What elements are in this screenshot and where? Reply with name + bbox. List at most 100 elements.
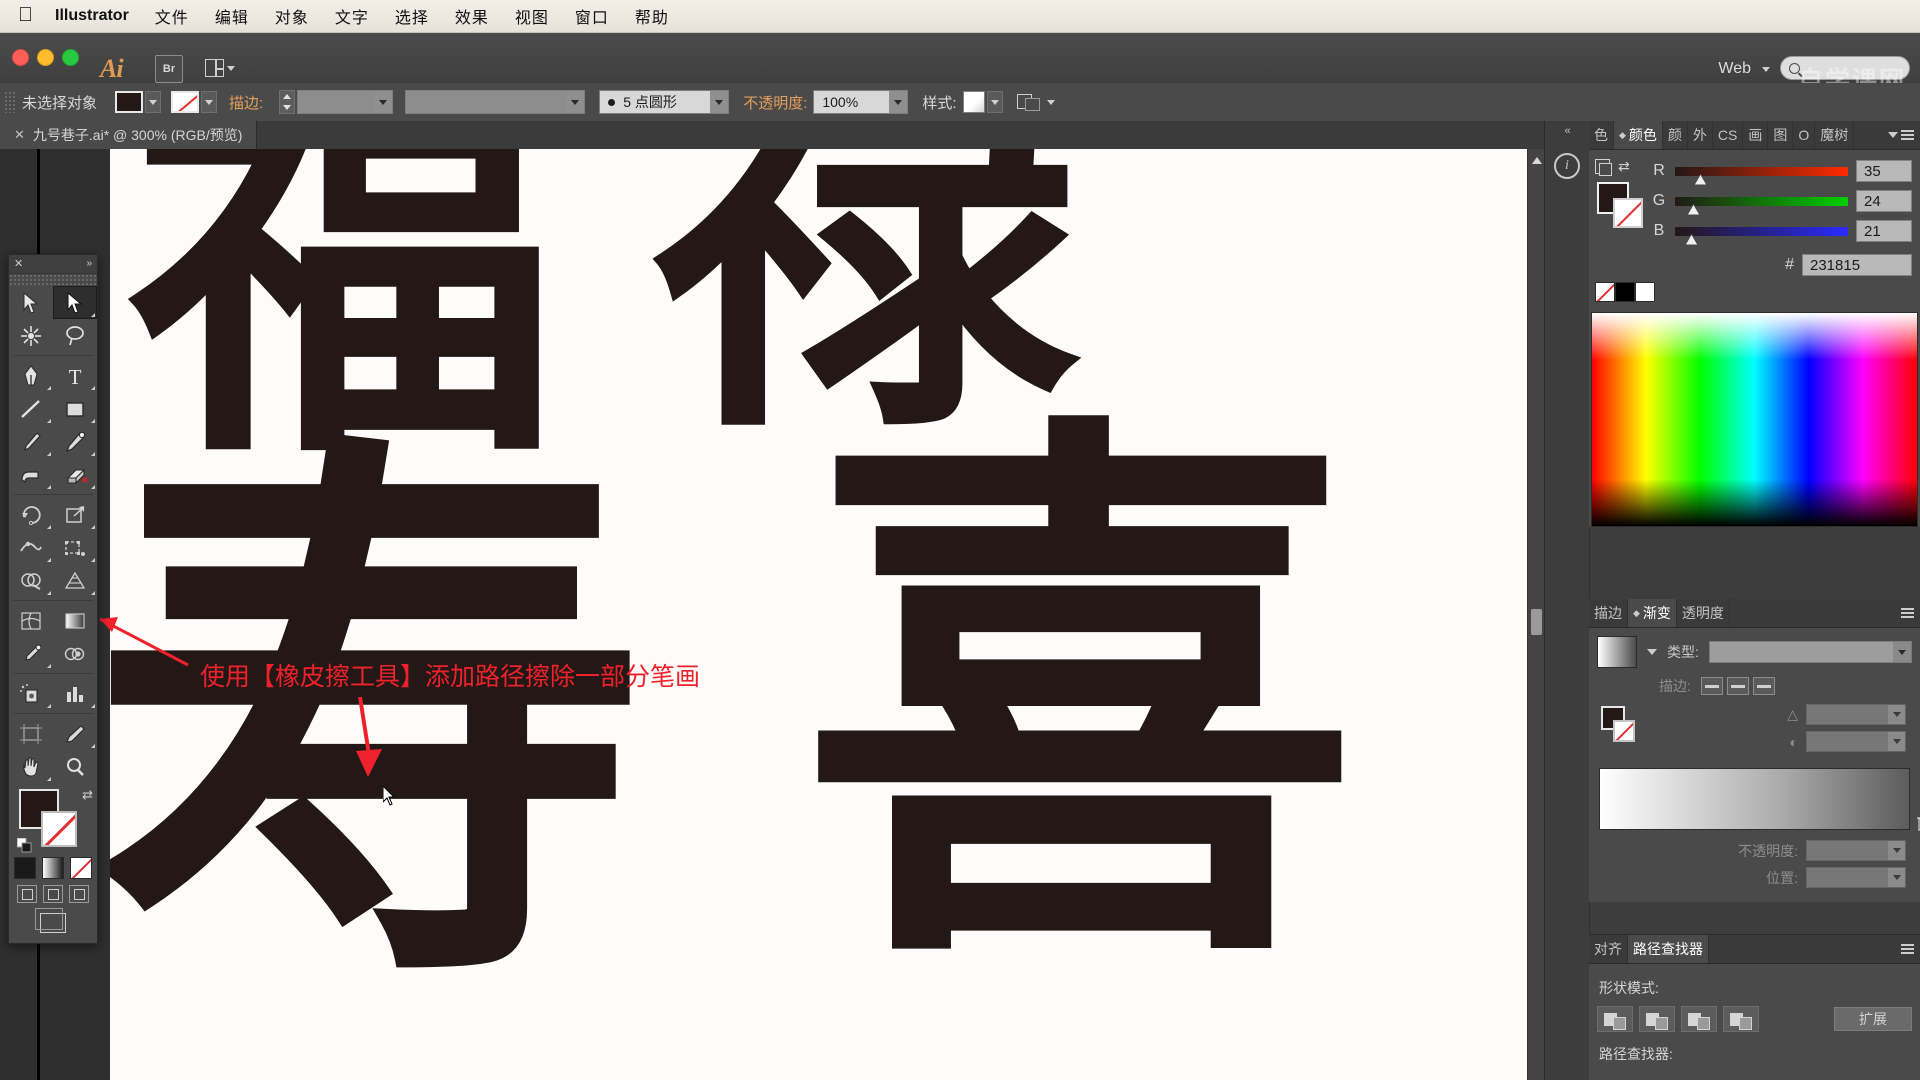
menu-edit[interactable]: 编辑 bbox=[215, 4, 249, 28]
blend-tool[interactable] bbox=[53, 637, 97, 670]
gradient-stroke-swatch[interactable] bbox=[1613, 720, 1635, 742]
slider-track-g[interactable] bbox=[1675, 196, 1848, 215]
stroke-profile-field[interactable] bbox=[405, 90, 586, 114]
opacity-dropdown[interactable] bbox=[889, 91, 908, 113]
pen-tool[interactable] bbox=[9, 359, 53, 392]
line-segment-tool[interactable] bbox=[9, 392, 53, 425]
fill-swatch-dropdown[interactable] bbox=[145, 91, 162, 113]
color-panel-menu-button[interactable] bbox=[1882, 121, 1920, 149]
workspace-switcher[interactable]: Web bbox=[1718, 60, 1770, 78]
tab-pathfinder[interactable]: 路径查找器 bbox=[1628, 935, 1709, 963]
chevron-down-icon[interactable] bbox=[1888, 868, 1905, 887]
menu-select[interactable]: 选择 bbox=[395, 4, 429, 28]
menu-object[interactable]: 对象 bbox=[275, 4, 309, 28]
draw-inside-mode[interactable] bbox=[69, 885, 89, 903]
document-tab[interactable]: ✕ 九号巷子.ai* @ 300% (RGB/预览) bbox=[0, 121, 258, 149]
menu-window[interactable]: 窗口 bbox=[575, 4, 609, 28]
brush-definition-field[interactable]: 5 点圆形 bbox=[599, 90, 730, 114]
canvas-vertical-scrollbar[interactable] bbox=[1527, 149, 1545, 1080]
symbol-sprayer-tool[interactable] bbox=[9, 677, 53, 710]
draw-normal-mode[interactable] bbox=[17, 885, 37, 903]
slider-track-b[interactable] bbox=[1675, 226, 1848, 245]
tab-gradient[interactable]: ◆ 渐变 bbox=[1628, 599, 1677, 627]
gradient-type-select[interactable] bbox=[1708, 641, 1912, 663]
stroke-gradient-along[interactable] bbox=[1726, 677, 1749, 695]
gradient-preview-swatch[interactable] bbox=[1597, 636, 1637, 668]
eraser-tool[interactable] bbox=[53, 458, 97, 491]
tab-swatches[interactable]: 色 bbox=[1589, 121, 1614, 149]
swatch-none[interactable] bbox=[1595, 282, 1615, 302]
scale-tool[interactable] bbox=[53, 498, 97, 531]
exclude-button[interactable] bbox=[1723, 1006, 1759, 1032]
gradient-panel-menu-button[interactable] bbox=[1895, 599, 1920, 627]
hex-value-input[interactable]: 231815 bbox=[1802, 254, 1912, 276]
shape-builder-tool[interactable] bbox=[9, 564, 53, 597]
zoom-tool[interactable] bbox=[53, 750, 97, 783]
hand-tool[interactable] bbox=[9, 750, 53, 783]
bridge-button[interactable]: Br bbox=[155, 55, 183, 83]
menu-help[interactable]: 帮助 bbox=[635, 4, 669, 28]
swap-fill-stroke-icon[interactable]: ⇄ bbox=[1618, 158, 1630, 175]
type-tool[interactable]: T bbox=[53, 359, 97, 392]
magic-wand-tool[interactable] bbox=[9, 319, 53, 352]
tab-magic-wand[interactable]: 魔树 bbox=[1815, 121, 1855, 149]
chevron-down-icon[interactable] bbox=[1647, 649, 1657, 655]
tab-appearance[interactable]: 外 bbox=[1688, 121, 1713, 149]
artboard-tool[interactable] bbox=[9, 717, 53, 750]
gradient-slider-bar[interactable] bbox=[1599, 768, 1920, 831]
transform-options-icon[interactable] bbox=[1016, 92, 1041, 112]
unite-button[interactable] bbox=[1597, 1006, 1633, 1032]
draw-behind-mode[interactable] bbox=[43, 885, 63, 903]
menu-type[interactable]: 文字 bbox=[335, 4, 369, 28]
column-graph-tool[interactable] bbox=[53, 677, 97, 710]
slice-tool[interactable] bbox=[53, 717, 97, 750]
artboard[interactable]: 福 禄 寿 喜 bbox=[110, 149, 1528, 1080]
gradient-opacity-input[interactable] bbox=[1806, 840, 1906, 861]
pencil-tool[interactable] bbox=[53, 425, 97, 458]
slider-value-g[interactable]: 24 bbox=[1856, 190, 1912, 212]
search-input[interactable] bbox=[1780, 56, 1910, 80]
swap-fill-stroke-icon[interactable]: ⇄ bbox=[82, 787, 93, 803]
slider-knob-r[interactable] bbox=[1694, 173, 1708, 185]
tab-stroke[interactable]: 描边 bbox=[1589, 599, 1628, 627]
color-mode-gradient[interactable] bbox=[42, 857, 64, 879]
blob-brush-tool[interactable] bbox=[9, 458, 53, 491]
rectangle-tool[interactable] bbox=[53, 392, 97, 425]
stroke-gradient-across[interactable] bbox=[1752, 677, 1775, 695]
control-bar-grip[interactable] bbox=[4, 91, 16, 113]
gradient-fill-stroke-toggle[interactable] bbox=[1601, 706, 1635, 750]
chevron-down-icon[interactable] bbox=[1893, 642, 1911, 662]
swatch-black[interactable] bbox=[1615, 282, 1635, 302]
gradient-angle-input[interactable] bbox=[1806, 704, 1906, 725]
menu-view[interactable]: 视图 bbox=[515, 4, 549, 28]
menu-effect[interactable]: 效果 bbox=[455, 4, 489, 28]
width-tool[interactable] bbox=[9, 531, 53, 564]
tab-links[interactable]: O bbox=[1793, 121, 1816, 149]
chevron-down-icon[interactable] bbox=[1888, 732, 1905, 751]
toolbar-stroke-swatch[interactable] bbox=[41, 811, 77, 847]
gradient-aspect-input[interactable] bbox=[1806, 731, 1906, 752]
minimize-window-button[interactable] bbox=[37, 49, 54, 66]
brush-definition-dropdown[interactable] bbox=[710, 91, 729, 113]
tab-brushes[interactable]: 画 bbox=[1743, 121, 1769, 149]
opacity-field[interactable]: 100% bbox=[813, 90, 909, 114]
direct-selection-tool[interactable] bbox=[53, 286, 97, 319]
stroke-swatch-dropdown[interactable] bbox=[201, 91, 218, 113]
fill-color-swatch[interactable] bbox=[115, 91, 144, 113]
graphic-style-swatch[interactable] bbox=[962, 91, 985, 113]
collapse-icon[interactable]: » bbox=[86, 259, 92, 269]
tools-panel-grip[interactable] bbox=[9, 274, 97, 286]
paintbrush-tool[interactable] bbox=[9, 425, 53, 458]
color-mode-color[interactable] bbox=[14, 857, 36, 879]
chevron-down-icon[interactable] bbox=[1888, 841, 1905, 860]
slider-value-r[interactable]: 35 bbox=[1856, 160, 1912, 182]
close-window-button[interactable] bbox=[12, 49, 29, 66]
tab-symbols[interactable]: 图 bbox=[1768, 121, 1794, 149]
tab-transparency[interactable]: 透明度 bbox=[1677, 599, 1730, 627]
zoom-window-button[interactable] bbox=[62, 49, 79, 66]
apple-logo-icon[interactable]:  bbox=[18, 5, 33, 25]
close-icon[interactable]: ✕ bbox=[14, 127, 25, 143]
minus-front-button[interactable] bbox=[1639, 1006, 1675, 1032]
canvas-area[interactable]: 福 禄 寿 喜 使用【橡皮擦工具】添加路径擦除一部分笔画 bbox=[0, 149, 1545, 1080]
pathfinder-panel-menu-button[interactable] bbox=[1895, 935, 1920, 963]
